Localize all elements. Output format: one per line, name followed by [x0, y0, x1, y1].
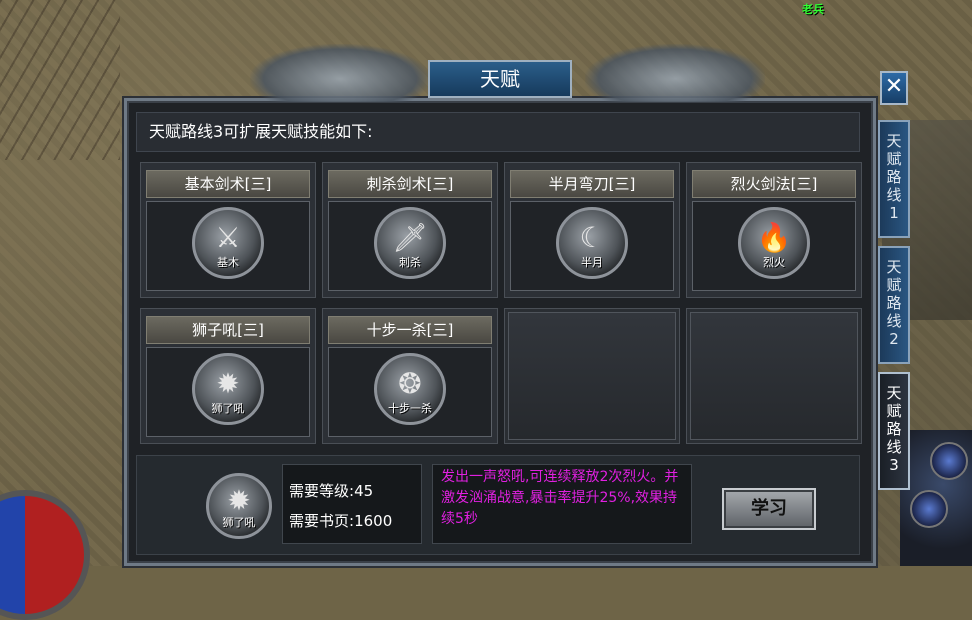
required-pages-label: 需要书页:: [289, 512, 355, 530]
skill-description: 发出一声怒吼,可连续释放2次烈火。并激发汹涌战意,暴击率提升25%,效果持续5秒: [432, 464, 692, 544]
empty-skill-slot: [504, 308, 680, 444]
tab-label: 天赋路线2: [886, 258, 902, 348]
learn-button[interactable]: 学习: [722, 488, 816, 530]
skill-slot[interactable]: 十步一杀[三] ❂ 十步一杀: [322, 308, 498, 444]
dragon-ornament-right: [585, 44, 765, 102]
sword-icon[interactable]: ⚔ 基木: [192, 207, 264, 279]
tab-talent-route-2[interactable]: 天赋路线2: [878, 246, 910, 364]
skill-icon-caption: 基木: [217, 256, 239, 269]
tab-label: 天赋路线1: [886, 132, 902, 222]
skill-slot[interactable]: 刺杀剑术[三] 🗡 刺杀: [322, 162, 498, 298]
skill-frame: ☾ 半月: [510, 201, 674, 291]
required-level-value: 45: [354, 482, 374, 500]
talent-route-header: 天赋路线3可扩展天赋技能如下:: [136, 112, 860, 152]
skill-bar-corner: [900, 430, 972, 566]
tab-label: 天赋路线3: [886, 384, 902, 474]
skill-name: 十步一杀[三]: [328, 316, 492, 344]
skill-icon-caption: 刺杀: [399, 256, 421, 269]
skill-name: 狮子吼[三]: [146, 316, 310, 344]
selected-skill: ✹ 狮了吼: [206, 473, 272, 539]
skill-frame: ❂ 十步一杀: [328, 347, 492, 437]
skill-icon-caption: 狮了吼: [211, 402, 245, 415]
roar-burst-icon[interactable]: ✹ 狮了吼: [192, 353, 264, 425]
skill-name: 烈火剑法[三]: [692, 170, 856, 198]
empty-slot-frame: [508, 312, 676, 440]
window-title: 天赋: [428, 60, 572, 98]
thrust-sword-icon[interactable]: 🗡 刺杀: [374, 207, 446, 279]
skill-slot[interactable]: 狮子吼[三] ✹ 狮了吼: [140, 308, 316, 444]
skill-icon-caption: 半月: [581, 256, 603, 269]
dragon-ornament-left: [250, 44, 430, 102]
required-level-label: 需要等级:: [289, 482, 355, 500]
skill-name: 半月弯刀[三]: [510, 170, 674, 198]
npc-name-label[interactable]: 老兵: [802, 1, 824, 17]
skill-gem-icon[interactable]: [930, 442, 968, 480]
skill-frame: 🗡 刺杀: [328, 201, 492, 291]
empty-slot-frame: [690, 312, 858, 440]
required-pages-value: 1600: [354, 512, 393, 530]
fire-sword-icon[interactable]: 🔥 烈火: [738, 207, 810, 279]
required-pages: 需要书页:1600: [289, 510, 392, 531]
requirements-box: 需要等级:45 需要书页:1600: [282, 464, 422, 544]
skill-frame: ⚔ 基木: [146, 201, 310, 291]
tab-talent-route-3[interactable]: 天赋路线3: [878, 372, 910, 490]
tab-talent-route-1[interactable]: 天赋路线1: [878, 120, 910, 238]
close-button[interactable]: ✕: [880, 71, 908, 105]
skill-gem-icon[interactable]: [910, 490, 948, 528]
skill-icon-caption: 烈火: [763, 256, 785, 269]
skill-name: 刺杀剑术[三]: [328, 170, 492, 198]
roar-burst-icon: ✹ 狮了吼: [206, 473, 272, 539]
skill-slot[interactable]: 基本剑术[三] ⚔ 基木: [140, 162, 316, 298]
empty-skill-slot: [686, 308, 862, 444]
skill-icon-caption: 十步一杀: [388, 402, 432, 415]
skill-frame: ✹ 狮了吼: [146, 347, 310, 437]
swirl-strike-icon[interactable]: ❂ 十步一杀: [374, 353, 446, 425]
dead-tree-decoration: [0, 0, 120, 160]
skill-slot[interactable]: 半月弯刀[三] ☾ 半月: [504, 162, 680, 298]
skill-frame: 🔥 烈火: [692, 201, 856, 291]
crescent-blade-icon[interactable]: ☾ 半月: [556, 207, 628, 279]
skill-name: 基本剑术[三]: [146, 170, 310, 198]
skill-slot[interactable]: 烈火剑法[三] 🔥 烈火: [686, 162, 862, 298]
required-level: 需要等级:45: [289, 480, 373, 501]
selected-skill-caption: 狮了吼: [222, 516, 256, 529]
